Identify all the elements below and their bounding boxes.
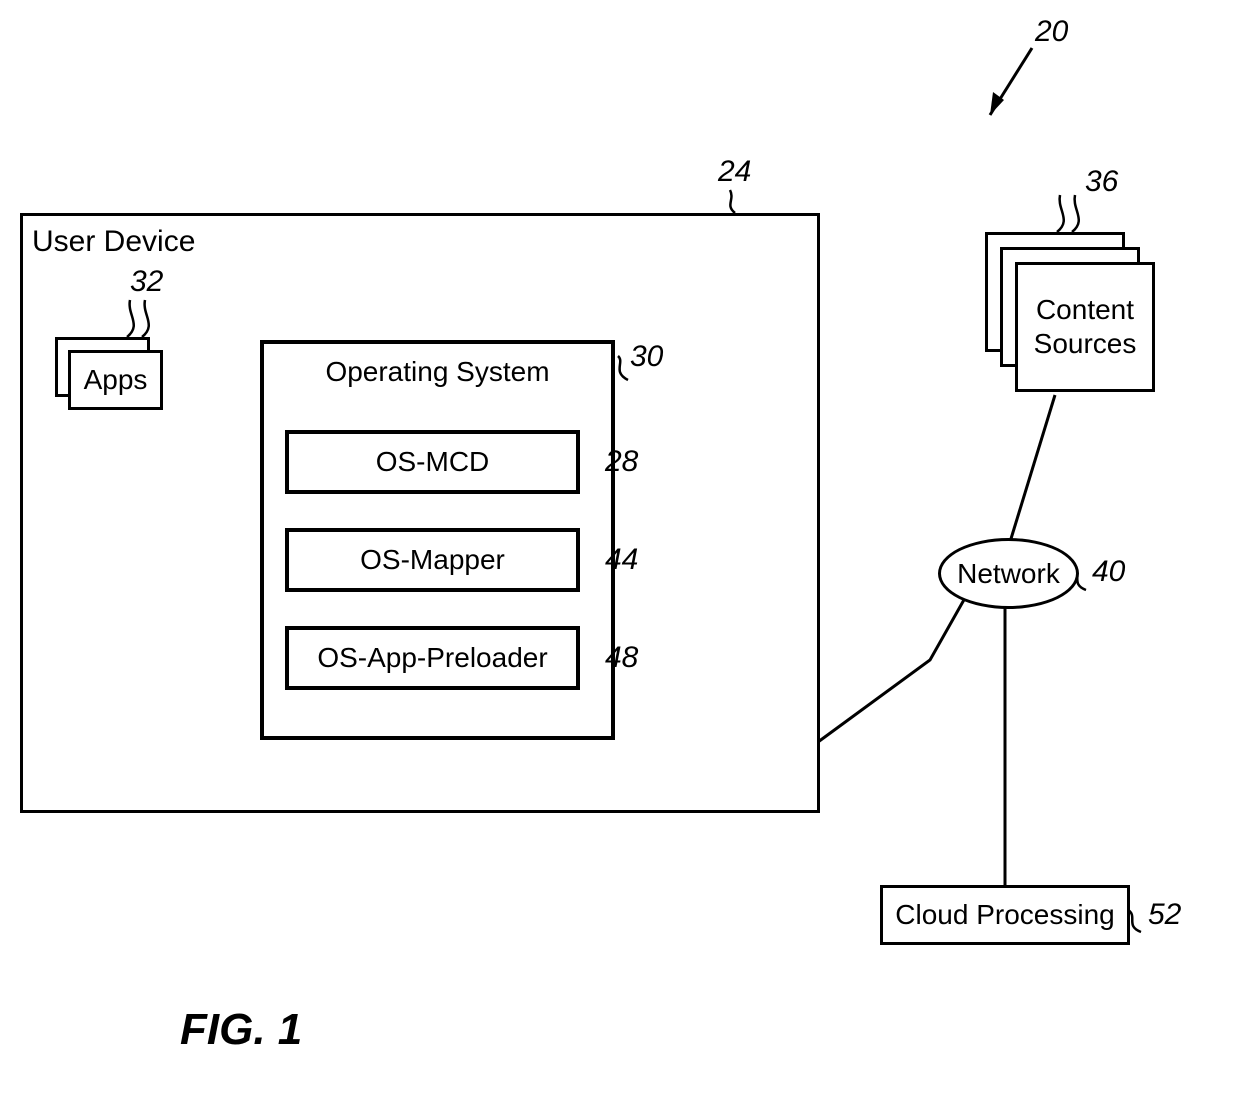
ref-operating-system: 30 <box>630 340 663 374</box>
ref-user-device: 24 <box>718 155 751 189</box>
network-ellipse: Network <box>938 538 1079 609</box>
ref-cloud-processing: 52 <box>1148 898 1181 932</box>
content-sources-box: Content Sources <box>1015 262 1155 392</box>
ref-network: 40 <box>1092 555 1125 589</box>
ref-os-mcd: 28 <box>605 445 638 479</box>
figure-label: FIG. 1 <box>180 1005 302 1055</box>
os-app-preloader-box: OS-App-Preloader <box>285 626 580 690</box>
ref-content-sources: 36 <box>1085 165 1118 199</box>
ref-os-mapper: 44 <box>605 543 638 577</box>
ref-os-app-preloader: 48 <box>605 641 638 675</box>
ref-apps: 32 <box>130 265 163 299</box>
cloud-processing-box: Cloud Processing <box>880 885 1130 945</box>
os-mcd-box: OS-MCD <box>285 430 580 494</box>
os-mapper-box: OS-Mapper <box>285 528 580 592</box>
apps-box: Apps <box>68 350 163 410</box>
operating-system-label: Operating System <box>325 356 549 388</box>
